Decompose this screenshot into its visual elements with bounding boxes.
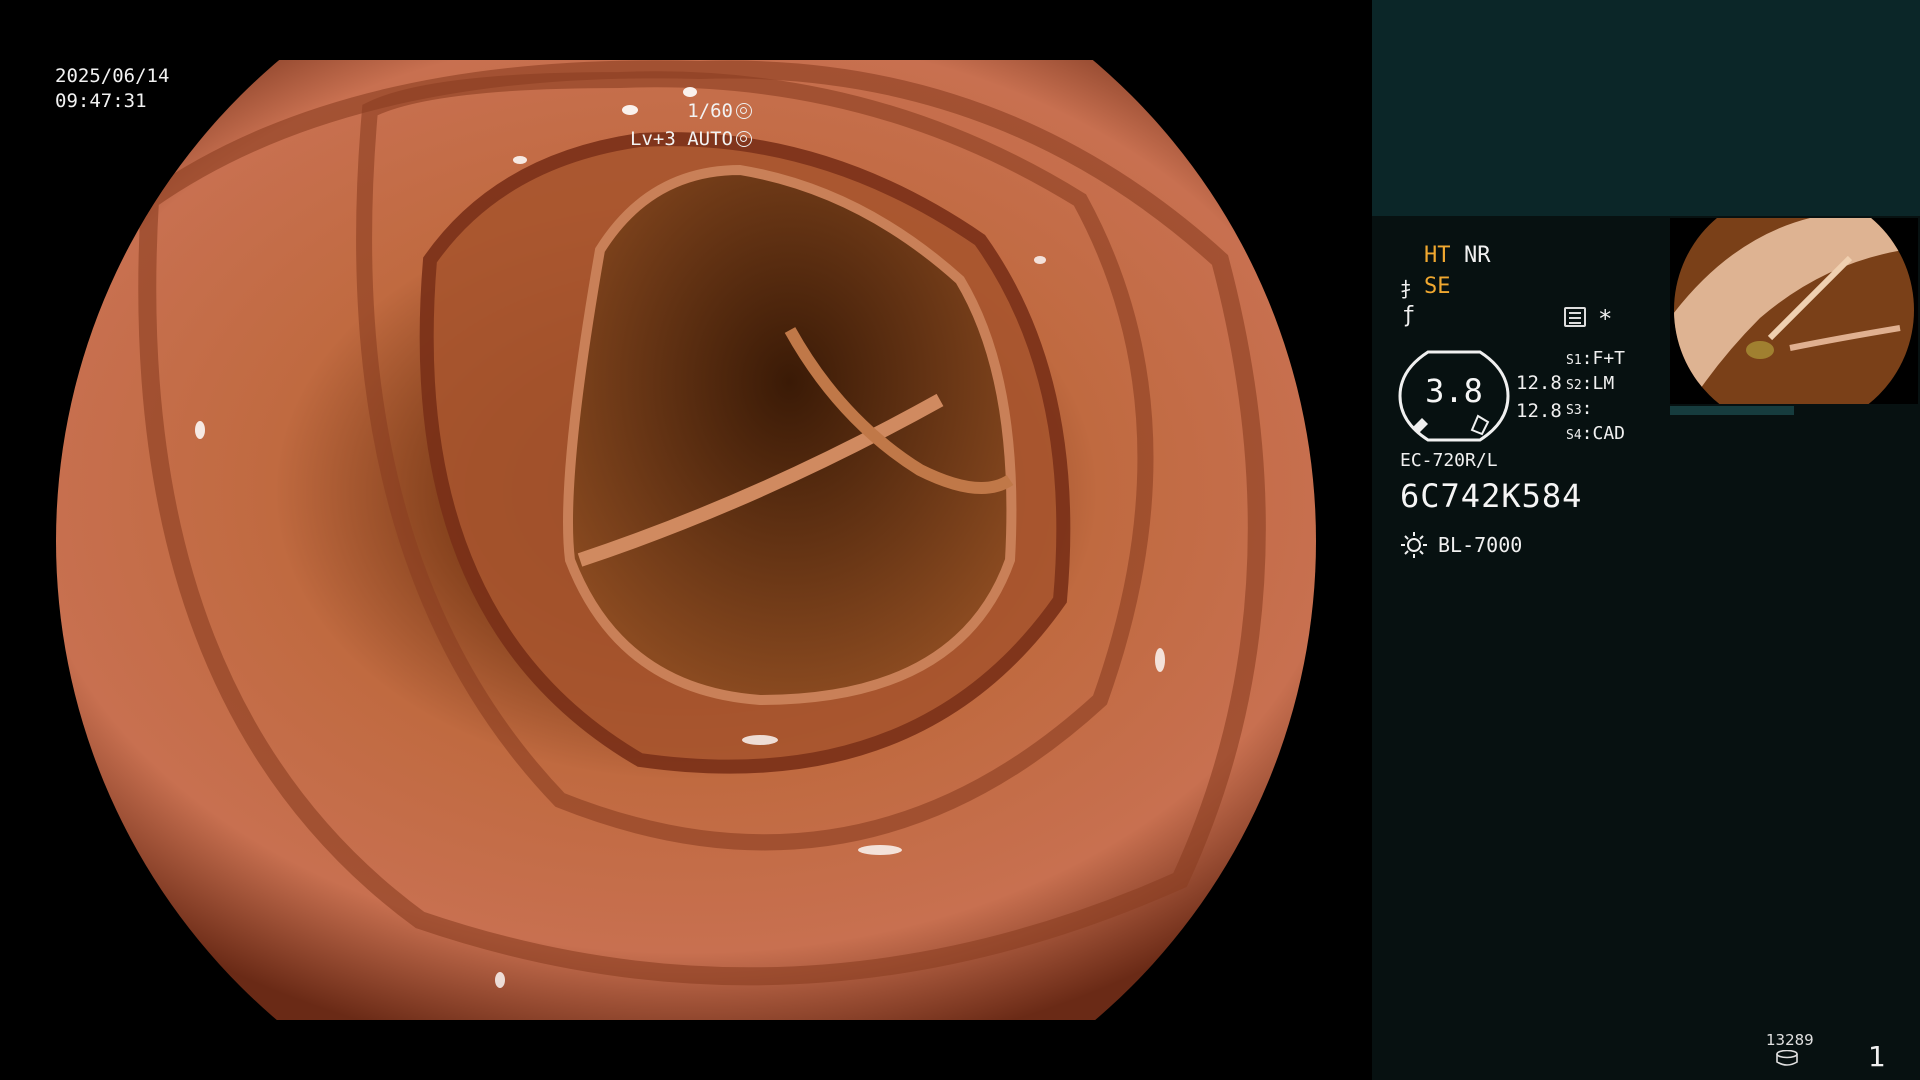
menu-icon [1564, 307, 1586, 327]
thumbnail-status-bar [1670, 406, 1794, 415]
endoscope-image [56, 60, 1316, 1020]
auto-iris-icon [736, 131, 752, 147]
scope-model: EC-720R/L [1400, 450, 1498, 471]
se-indicator: SE [1424, 274, 1451, 299]
lamp-icon [1401, 532, 1427, 558]
image-counter: 13289 [1766, 1031, 1814, 1049]
nr-indicator: NR [1464, 243, 1491, 268]
value-readout-2: 12.8 [1516, 400, 1562, 422]
asterisk-icon: * [1598, 305, 1613, 333]
zoom-value: 3.8 [1425, 372, 1483, 410]
scope-serial: 6C742K584 [1400, 477, 1583, 515]
shutter-readout: 1/60 [687, 100, 752, 122]
storage-icon [1776, 1050, 1798, 1066]
capture-thumbnail[interactable] [1670, 218, 1918, 404]
brightness-value: Lv+3 AUTO [630, 128, 733, 150]
endoscope-view: 2025/06/14 09:47:31 1/60 Lv+3 AUTO [0, 0, 1372, 1080]
aperture-icon [736, 103, 752, 119]
switch-slot-4: S4:CAD [1566, 423, 1626, 444]
gauge-right-marker [1470, 414, 1490, 436]
panel-header-area [1372, 0, 1920, 216]
page-number: 1 [1868, 1040, 1886, 1073]
structure-icon: ⺘ [1400, 278, 1420, 302]
brightness-readout: Lv+3 AUTO [630, 128, 752, 150]
switch-slot-3: S3: [1566, 398, 1593, 419]
gauge-left-marker [1412, 418, 1428, 434]
enhance-icon: ƒ [1402, 303, 1416, 328]
switch-slot-1: S1:F+T [1566, 348, 1626, 369]
light-source: BL-7000 [1438, 533, 1523, 557]
shutter-value: 1/60 [687, 100, 733, 122]
exam-date: 2025/06/14 [55, 65, 170, 87]
exam-time: 09:47:31 [55, 90, 147, 112]
value-readout-1: 12.8 [1516, 372, 1562, 394]
switch-slot-2: S2:LM [1566, 373, 1615, 394]
ht-indicator: HT [1424, 243, 1451, 268]
